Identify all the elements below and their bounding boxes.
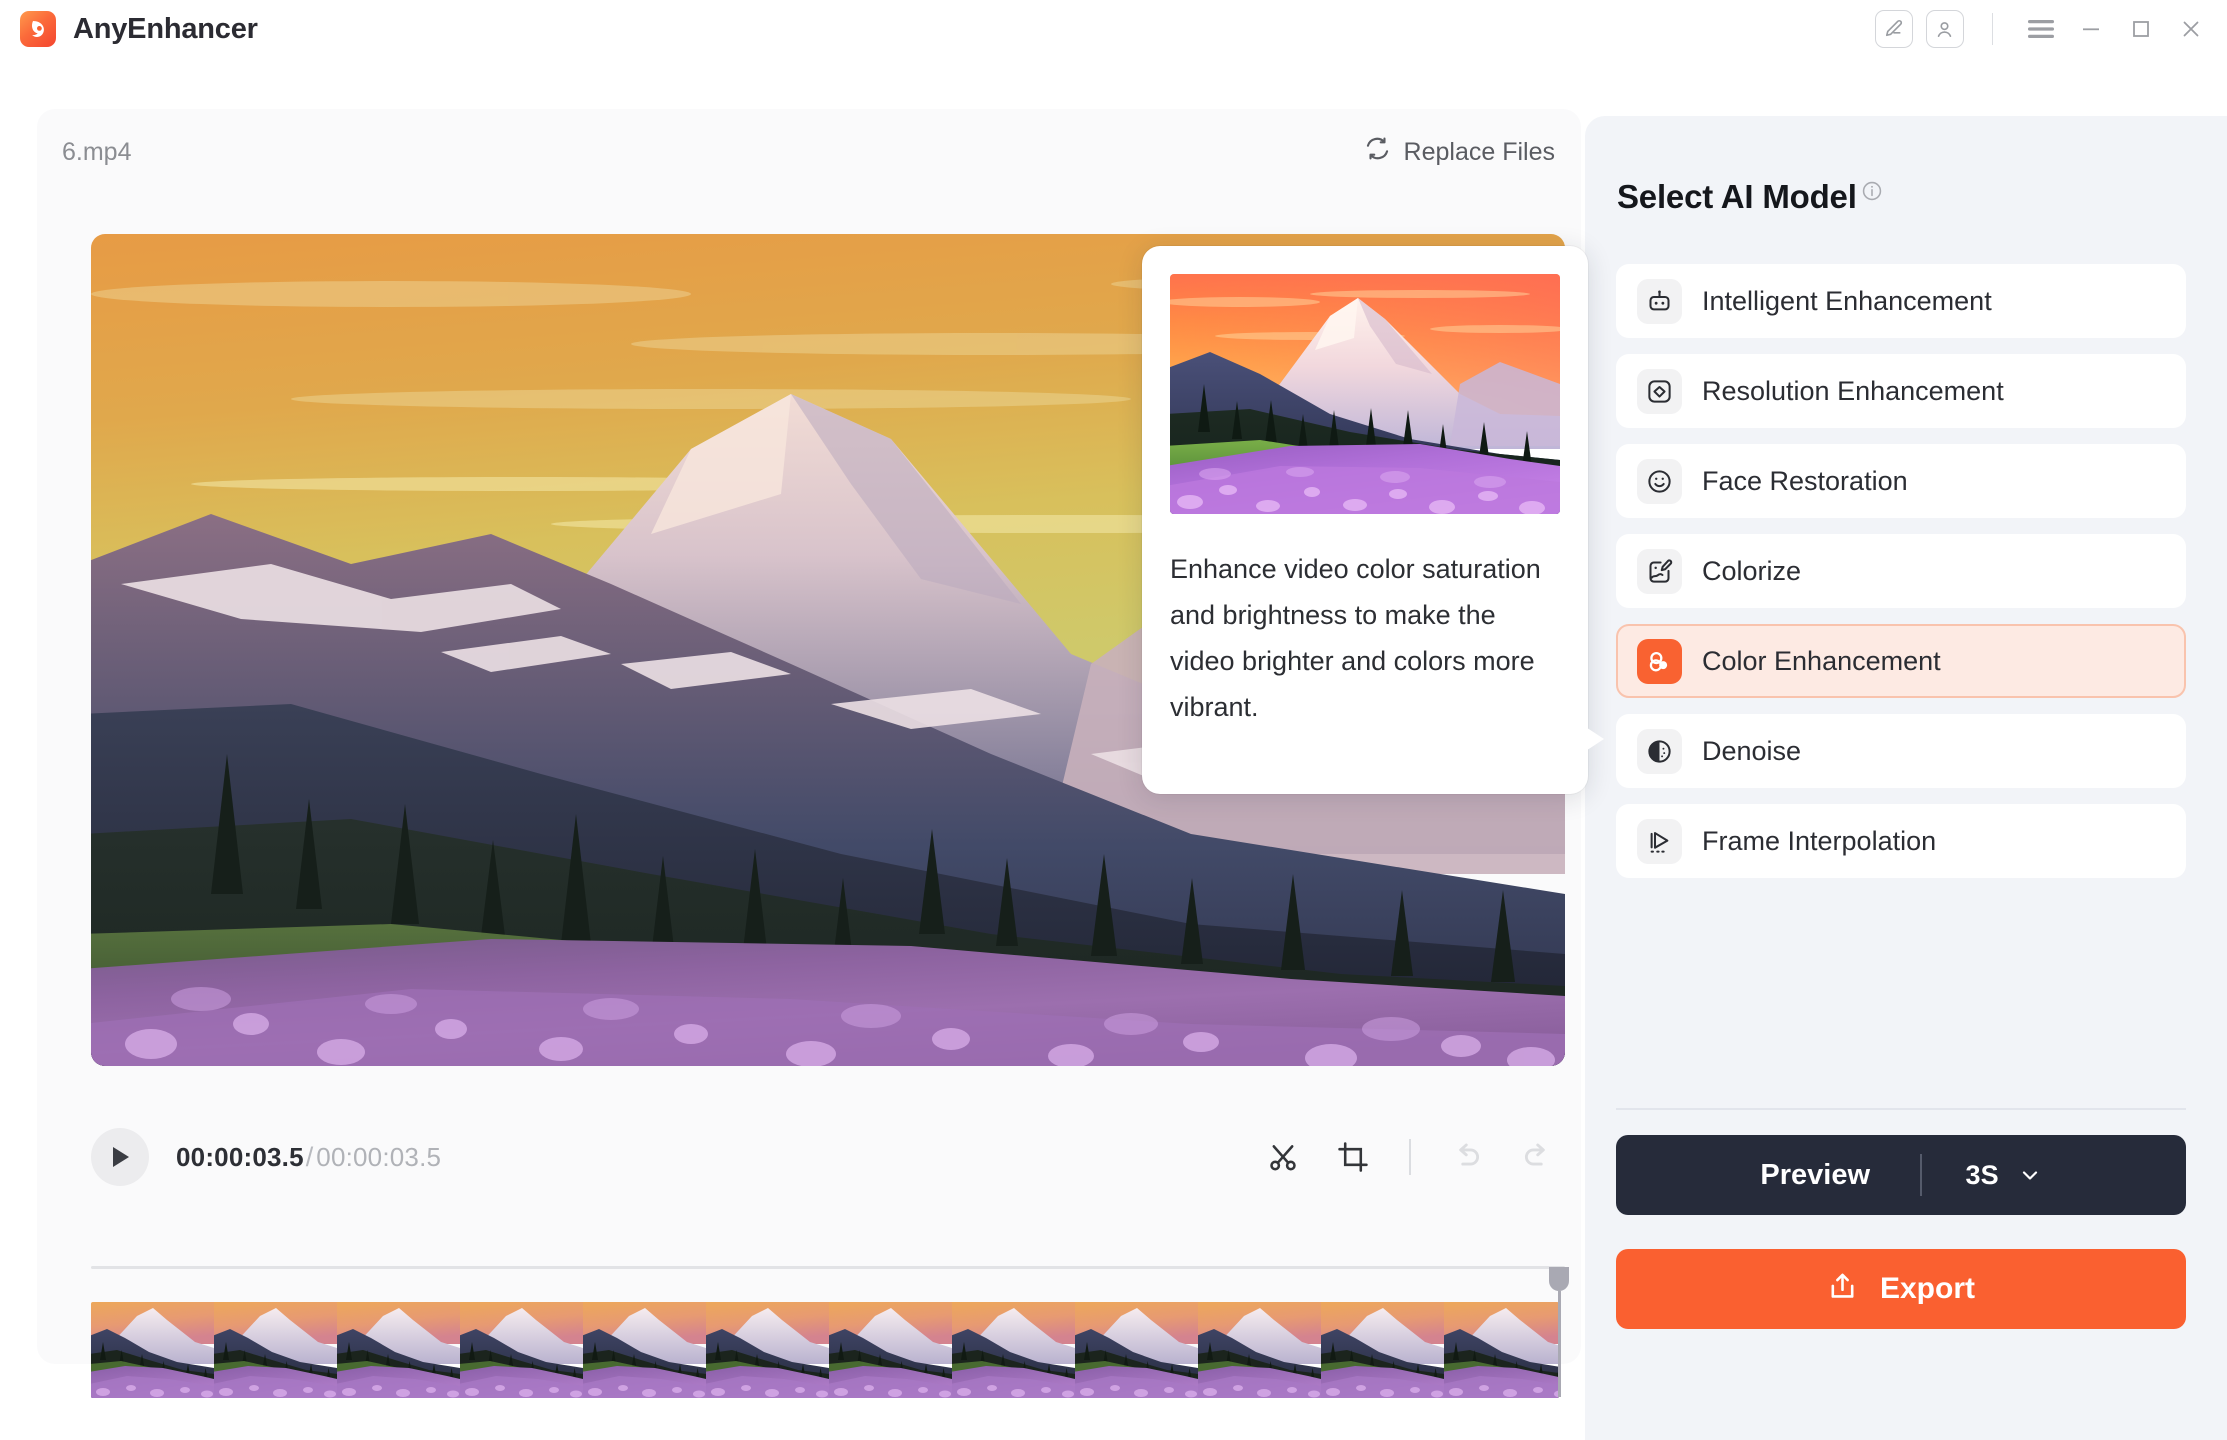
sidebar-item-label: Resolution Enhancement [1702,376,2004,407]
sidebar-item-label: Colorize [1702,556,1801,587]
timeline-frame-thumbnail[interactable] [706,1302,829,1398]
minimize-icon[interactable] [2069,7,2113,51]
model-description-tooltip: Enhance video color saturation and brigh… [1142,246,1588,794]
robot-icon [1637,279,1682,324]
titlebar-divider [1992,13,1994,45]
frame-play-icon [1637,819,1682,864]
info-circle-icon[interactable] [1861,180,1883,207]
main-stage: 6.mp4 Replace Files [0,58,2227,1382]
app-brand: AnyEnhancer [0,11,258,47]
crop-icon[interactable] [1325,1129,1381,1185]
preview-button-divider [1920,1154,1922,1196]
timeline-frame-thumbnail[interactable] [829,1302,952,1398]
timeline-filmstrip[interactable] [91,1302,1559,1398]
video-transport-bar: 00:00:03.5 / 00:00:03.5 [91,1117,1565,1197]
replace-files-button[interactable]: Replace Files [1364,135,1555,169]
preview-button[interactable]: Preview 3S [1616,1135,2186,1215]
sidebar-item-label: Frame Interpolation [1702,826,1936,857]
timeline-frame-thumbnail[interactable] [460,1302,583,1398]
denoise-contrast-icon [1637,729,1682,774]
sidebar-item-intelligent-enhancement[interactable]: Intelligent Enhancement [1616,264,2186,338]
pencil-edit-icon[interactable] [1875,10,1913,48]
timeline-frame-thumbnail[interactable] [1444,1302,1559,1398]
time-separator: / [306,1142,314,1173]
export-button[interactable]: Export [1616,1249,2186,1329]
tooltip-description: Enhance video color saturation and brigh… [1170,546,1560,730]
timeline-frame-thumbnail[interactable] [1075,1302,1198,1398]
page-title: Select AI Model [1617,178,1857,216]
sidebar-item-label: Denoise [1702,736,1801,767]
sidebar-item-resolution-enhancement[interactable]: Resolution Enhancement [1616,354,2186,428]
sidebar-item-colorize[interactable]: Colorize [1616,534,2186,608]
export-upload-icon [1827,1271,1858,1307]
colorize-brush-icon [1637,549,1682,594]
close-icon[interactable] [2169,7,2213,51]
sidebar-item-label: Face Restoration [1702,466,1908,497]
timeline-frame-thumbnail[interactable] [337,1302,460,1398]
playhead-line [1558,1291,1561,1397]
app-logo-icon [20,11,56,47]
playhead-knob[interactable] [1549,1267,1569,1291]
redo-icon [1509,1129,1565,1185]
chevron-down-icon[interactable] [2018,1163,2042,1187]
preview-duration-value: 3S [1966,1160,1999,1191]
ai-model-list: Intelligent Enhancement Resolution Enhan… [1616,264,2186,894]
timeline-frame-thumbnail[interactable] [583,1302,706,1398]
hamburger-menu-icon[interactable] [2019,7,2063,51]
maximize-icon[interactable] [2119,7,2163,51]
ai-model-panel: Select AI Model [1585,116,2227,1440]
undo-icon [1439,1129,1495,1185]
panel-divider [1616,1108,2186,1110]
total-time-label: 00:00:03.5 [316,1142,441,1173]
panel-title-row: Select AI Model [1617,178,1883,216]
tool-divider [1409,1139,1411,1175]
sidebar-item-color-enhancement[interactable]: Color Enhancement [1616,624,2186,698]
replace-files-label: Replace Files [1404,138,1555,167]
timeline-frame-thumbnail[interactable] [1198,1302,1321,1398]
timeline[interactable] [91,1266,1565,1418]
current-time-label: 00:00:03.5 [176,1142,304,1173]
timeline-playhead[interactable] [1549,1267,1569,1397]
smiley-face-icon [1637,459,1682,504]
sidebar-item-face-restoration[interactable]: Face Restoration [1616,444,2186,518]
resolution-diamond-icon [1637,369,1682,414]
timeline-frame-thumbnail[interactable] [214,1302,337,1398]
export-button-label: Export [1880,1272,1975,1306]
window-controls [1862,0,2227,58]
cut-icon[interactable] [1255,1129,1311,1185]
file-header-row: 6.mp4 Replace Files [37,109,1581,195]
file-name-label: 6.mp4 [62,138,131,167]
title-bar: AnyEnhancer [0,0,2227,58]
editor-tool-group [1241,1129,1565,1185]
refresh-icon [1364,135,1391,169]
color-enhanced-mountain-lavender-thumbnail [1170,274,1560,514]
color-circles-icon [1637,639,1682,684]
timeline-frame-thumbnail[interactable] [952,1302,1075,1398]
user-account-icon[interactable] [1926,10,1964,48]
play-icon[interactable] [91,1128,149,1186]
timeline-ruler[interactable] [91,1266,1565,1269]
timeline-frame-thumbnail[interactable] [1321,1302,1444,1398]
sidebar-item-label: Intelligent Enhancement [1702,286,1992,317]
preview-button-label: Preview [1760,1159,1870,1192]
sidebar-item-frame-interpolation[interactable]: Frame Interpolation [1616,804,2186,878]
app-title: AnyEnhancer [73,13,258,46]
timeline-frame-thumbnail[interactable] [91,1302,214,1398]
sidebar-item-denoise[interactable]: Denoise [1616,714,2186,788]
sidebar-item-label: Color Enhancement [1702,646,1941,677]
